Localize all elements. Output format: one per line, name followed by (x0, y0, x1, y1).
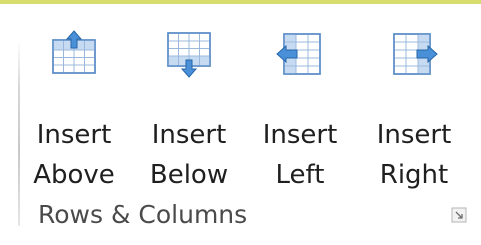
insert-left-button[interactable]: Insert Left (250, 22, 350, 198)
insert-below-label-line2: Below (149, 160, 229, 190)
rows-columns-ribbon-group: Insert Above Insert Below Insert Left In… (0, 0, 481, 245)
insert-left-label-line1: Insert (262, 120, 338, 150)
group-separator (18, 40, 20, 226)
insert-left-label-line2: Left (275, 160, 325, 190)
insert-right-label-line2: Right (379, 160, 449, 190)
ribbon-bottom-edge (0, 241, 481, 245)
insert-right-button[interactable]: Insert Right (364, 22, 464, 198)
insert-above-label-line2: Above (33, 160, 115, 190)
group-label: Rows & Columns (38, 200, 248, 229)
ribbon-accent-bar (0, 0, 481, 4)
insert-row-above-icon (52, 30, 96, 74)
insert-right-label-line1: Insert (376, 120, 452, 150)
dialog-launcher-icon[interactable] (451, 207, 467, 223)
insert-above-label-line1: Insert (36, 120, 112, 150)
insert-row-below-icon (167, 32, 211, 78)
insert-below-button[interactable]: Insert Below (139, 22, 239, 198)
insert-column-left-icon (276, 33, 321, 75)
insert-above-button[interactable]: Insert Above (24, 22, 124, 198)
insert-below-label-line1: Insert (151, 120, 227, 150)
insert-column-right-icon (393, 33, 438, 75)
